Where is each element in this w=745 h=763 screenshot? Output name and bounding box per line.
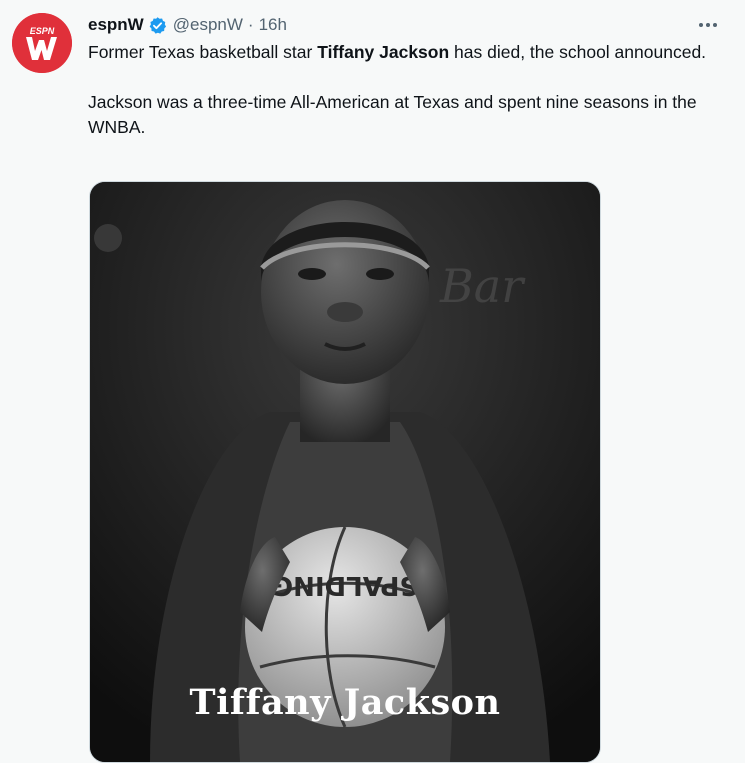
tweet-paragraph-2: Jackson was a three-time All-American at… [88,92,697,137]
image-caption: Tiffany Jackson [189,682,501,723]
tweet-header: espnW @espnW · 16h [88,14,287,36]
handle[interactable]: @espnW [173,15,243,35]
tweet-text: Former Texas basketball star Tiffany Jac… [88,40,723,140]
svg-text:ESPN: ESPN [30,26,55,36]
svg-text:Bar: Bar [439,259,526,313]
espnw-avatar[interactable]: ESPN [12,13,72,73]
svg-text:SPALDING: SPALDING [272,570,418,600]
timestamp[interactable]: 16h [259,15,287,35]
tweet-paragraph-1: Former Texas basketball star Tiffany Jac… [88,42,707,62]
player-photo: Bar SPALDING [90,182,600,762]
verified-badge-icon [148,16,167,35]
more-icon[interactable] [694,14,722,36]
separator: · [247,15,254,34]
display-name[interactable]: espnW [88,15,144,35]
tweet-image[interactable]: Bar SPALDING Tiffany Jackson [89,181,601,763]
tweet[interactable]: ESPN espnW @espnW · 16h Former Texas bas… [0,0,745,763]
name-highlight: Tiffany Jackson [317,42,450,62]
